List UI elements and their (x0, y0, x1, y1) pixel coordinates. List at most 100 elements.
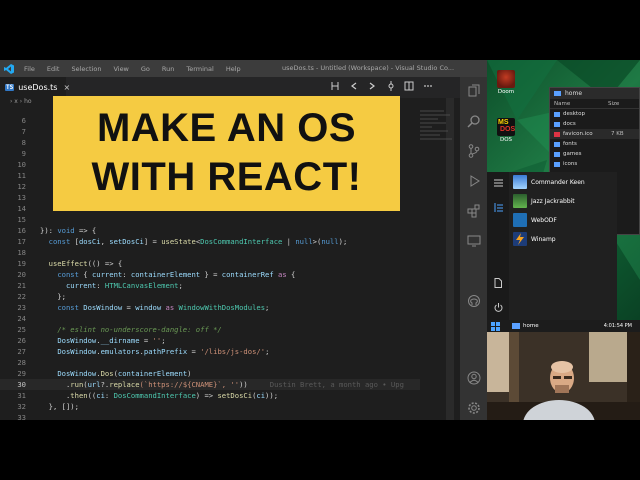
start-item-jazz-jackrabbit[interactable]: Jazz Jackrabbit (513, 193, 575, 209)
code-line[interactable]: 23 const DosWindow = window as WindowWit… (0, 302, 420, 313)
code-line[interactable]: 31 .then((ci: DosCommandInterface) => se… (0, 390, 420, 401)
more-actions-icon[interactable] (423, 81, 433, 91)
code-line[interactable]: 24 (0, 313, 420, 324)
code-token: }; (40, 292, 66, 301)
line-number: 25 (17, 325, 26, 334)
start-item-winamp[interactable]: Winamp (513, 231, 556, 247)
code-token: emulators (100, 347, 140, 356)
file-row[interactable]: games (550, 149, 639, 159)
code-line[interactable]: 28 (0, 357, 420, 368)
menu-file[interactable]: File (24, 65, 35, 73)
webcam-image (487, 332, 640, 420)
code-line[interactable]: 19 useEffect(() => { (0, 258, 420, 269)
close-icon[interactable]: × (63, 83, 70, 92)
code-line[interactable]: 30 .run(url?.replace(`https://${CNAME}`,… (0, 379, 420, 390)
remote-explorer-icon[interactable] (466, 233, 481, 248)
code-line[interactable]: 32 }, []); (0, 401, 420, 412)
window-title: useDos.ts - Untitled (Workspace) - Visua… (282, 64, 455, 72)
code-token: null (321, 237, 339, 246)
line-number: 26 (17, 336, 26, 345)
file-row[interactable]: docs (550, 119, 639, 129)
document-icon[interactable] (493, 278, 503, 288)
search-icon[interactable] (466, 113, 481, 128)
file-list-header: Name Size (550, 99, 639, 109)
folder-icon (554, 111, 560, 117)
code-token: }, []); (40, 402, 79, 411)
desktop-icon-dos[interactable]: MS DOS DOS (495, 118, 517, 143)
code-line[interactable]: 21 current: HTMLCanvasElement; (0, 280, 420, 291)
github-icon[interactable] (466, 293, 481, 308)
code-token: HTMLCanvasElement (104, 281, 179, 290)
start-item-commander-keen[interactable]: Commander Keen (513, 174, 585, 190)
line-number: 11 (17, 171, 26, 180)
menu-go[interactable]: Go (141, 65, 150, 73)
code-token: const (57, 303, 79, 312)
start-item-webodf[interactable]: WebODF (513, 212, 557, 228)
taskbar-item-home[interactable]: home (523, 323, 539, 329)
code-token: ; (178, 281, 183, 290)
code-line[interactable]: 16}): void => { (0, 225, 420, 236)
file-row[interactable]: fonts (550, 139, 639, 149)
menu-view[interactable]: View (113, 65, 128, 73)
run-debug-icon[interactable] (466, 173, 481, 188)
code-line[interactable]: 29 DosWindow.Dos(containerElement) (0, 368, 420, 379)
column-name[interactable]: Name (550, 101, 608, 107)
code-token: { (78, 270, 92, 279)
menu-help[interactable]: Help (226, 65, 241, 73)
code-token: url (87, 380, 101, 389)
commander-keen-icon (513, 175, 527, 189)
power-icon[interactable] (493, 302, 503, 312)
source-control-icon[interactable] (466, 143, 481, 158)
code-token: . (40, 391, 71, 400)
desktop-icon-doom[interactable]: Doom (495, 70, 517, 95)
file-row[interactable]: favicon.ico 7 KB (550, 129, 639, 139)
file-row[interactable]: icons (550, 159, 639, 169)
code-line[interactable]: 22 }; (0, 291, 420, 302)
code-token: useEffect (48, 259, 88, 268)
open-changes-icon[interactable] (330, 81, 340, 91)
code-line[interactable]: 26 DosWindow.__dirname = ''; (0, 335, 420, 346)
split-editor-icon[interactable] (404, 81, 414, 91)
timeline-icon[interactable] (386, 81, 396, 91)
code-line[interactable]: 18 (0, 247, 420, 258)
go-forward-icon[interactable] (367, 81, 377, 91)
account-icon[interactable] (466, 370, 481, 385)
extensions-icon[interactable] (466, 203, 481, 218)
menu-terminal[interactable]: Terminal (186, 65, 213, 73)
column-size[interactable]: Size (608, 101, 619, 107)
code-token: '' (230, 380, 240, 389)
start-button-windows-icon[interactable] (491, 321, 500, 331)
line-number: 19 (17, 259, 26, 268)
scrollbar[interactable] (446, 98, 454, 420)
all-apps-icon[interactable] (493, 202, 503, 212)
menu-run[interactable]: Run (162, 65, 174, 73)
line-number: 17 (17, 237, 26, 246)
os-desktop[interactable]: Doom MS DOS DOS home Name Size desktop d… (487, 60, 640, 332)
menu-edit[interactable]: Edit (47, 65, 60, 73)
line-number: 12 (17, 182, 26, 191)
jazz-jackrabbit-icon (513, 194, 527, 208)
hamburger-icon[interactable] (493, 178, 503, 188)
line-number: 22 (17, 292, 26, 301)
code-line[interactable]: 33 (0, 412, 420, 420)
code-line[interactable]: 25 /* eslint no-underscore-dangle: off *… (0, 324, 420, 335)
gear-icon[interactable] (466, 400, 481, 415)
line-number: 14 (17, 204, 26, 213)
minimap[interactable] (420, 110, 460, 190)
menu-selection[interactable]: Selection (71, 65, 101, 73)
code-line[interactable]: 27 DosWindow.emulators.pathPrefix = '/li… (0, 346, 420, 357)
code-line[interactable]: 15 (0, 214, 420, 225)
code-token: ; (265, 347, 270, 356)
file-explorer-titlebar[interactable]: home (550, 88, 639, 99)
file-row[interactable]: desktop (550, 109, 639, 119)
code-token: dosCi (78, 237, 101, 246)
code-line[interactable]: 20 const { current: containerElement } =… (0, 269, 420, 280)
code-line[interactable]: 17 const [dosCi, setDosCi] = useState<Do… (0, 236, 420, 247)
code-token: __dirname (100, 336, 140, 345)
code-token: '/libs/js-dos/' (200, 347, 266, 356)
go-back-icon[interactable] (349, 81, 359, 91)
taskbar-clock[interactable]: 4:01:54 PM (604, 323, 632, 329)
explorer-icon[interactable] (466, 83, 481, 98)
tab-usedos[interactable]: TS useDos.ts × (0, 77, 70, 98)
code-token: DosWindow (57, 336, 97, 345)
